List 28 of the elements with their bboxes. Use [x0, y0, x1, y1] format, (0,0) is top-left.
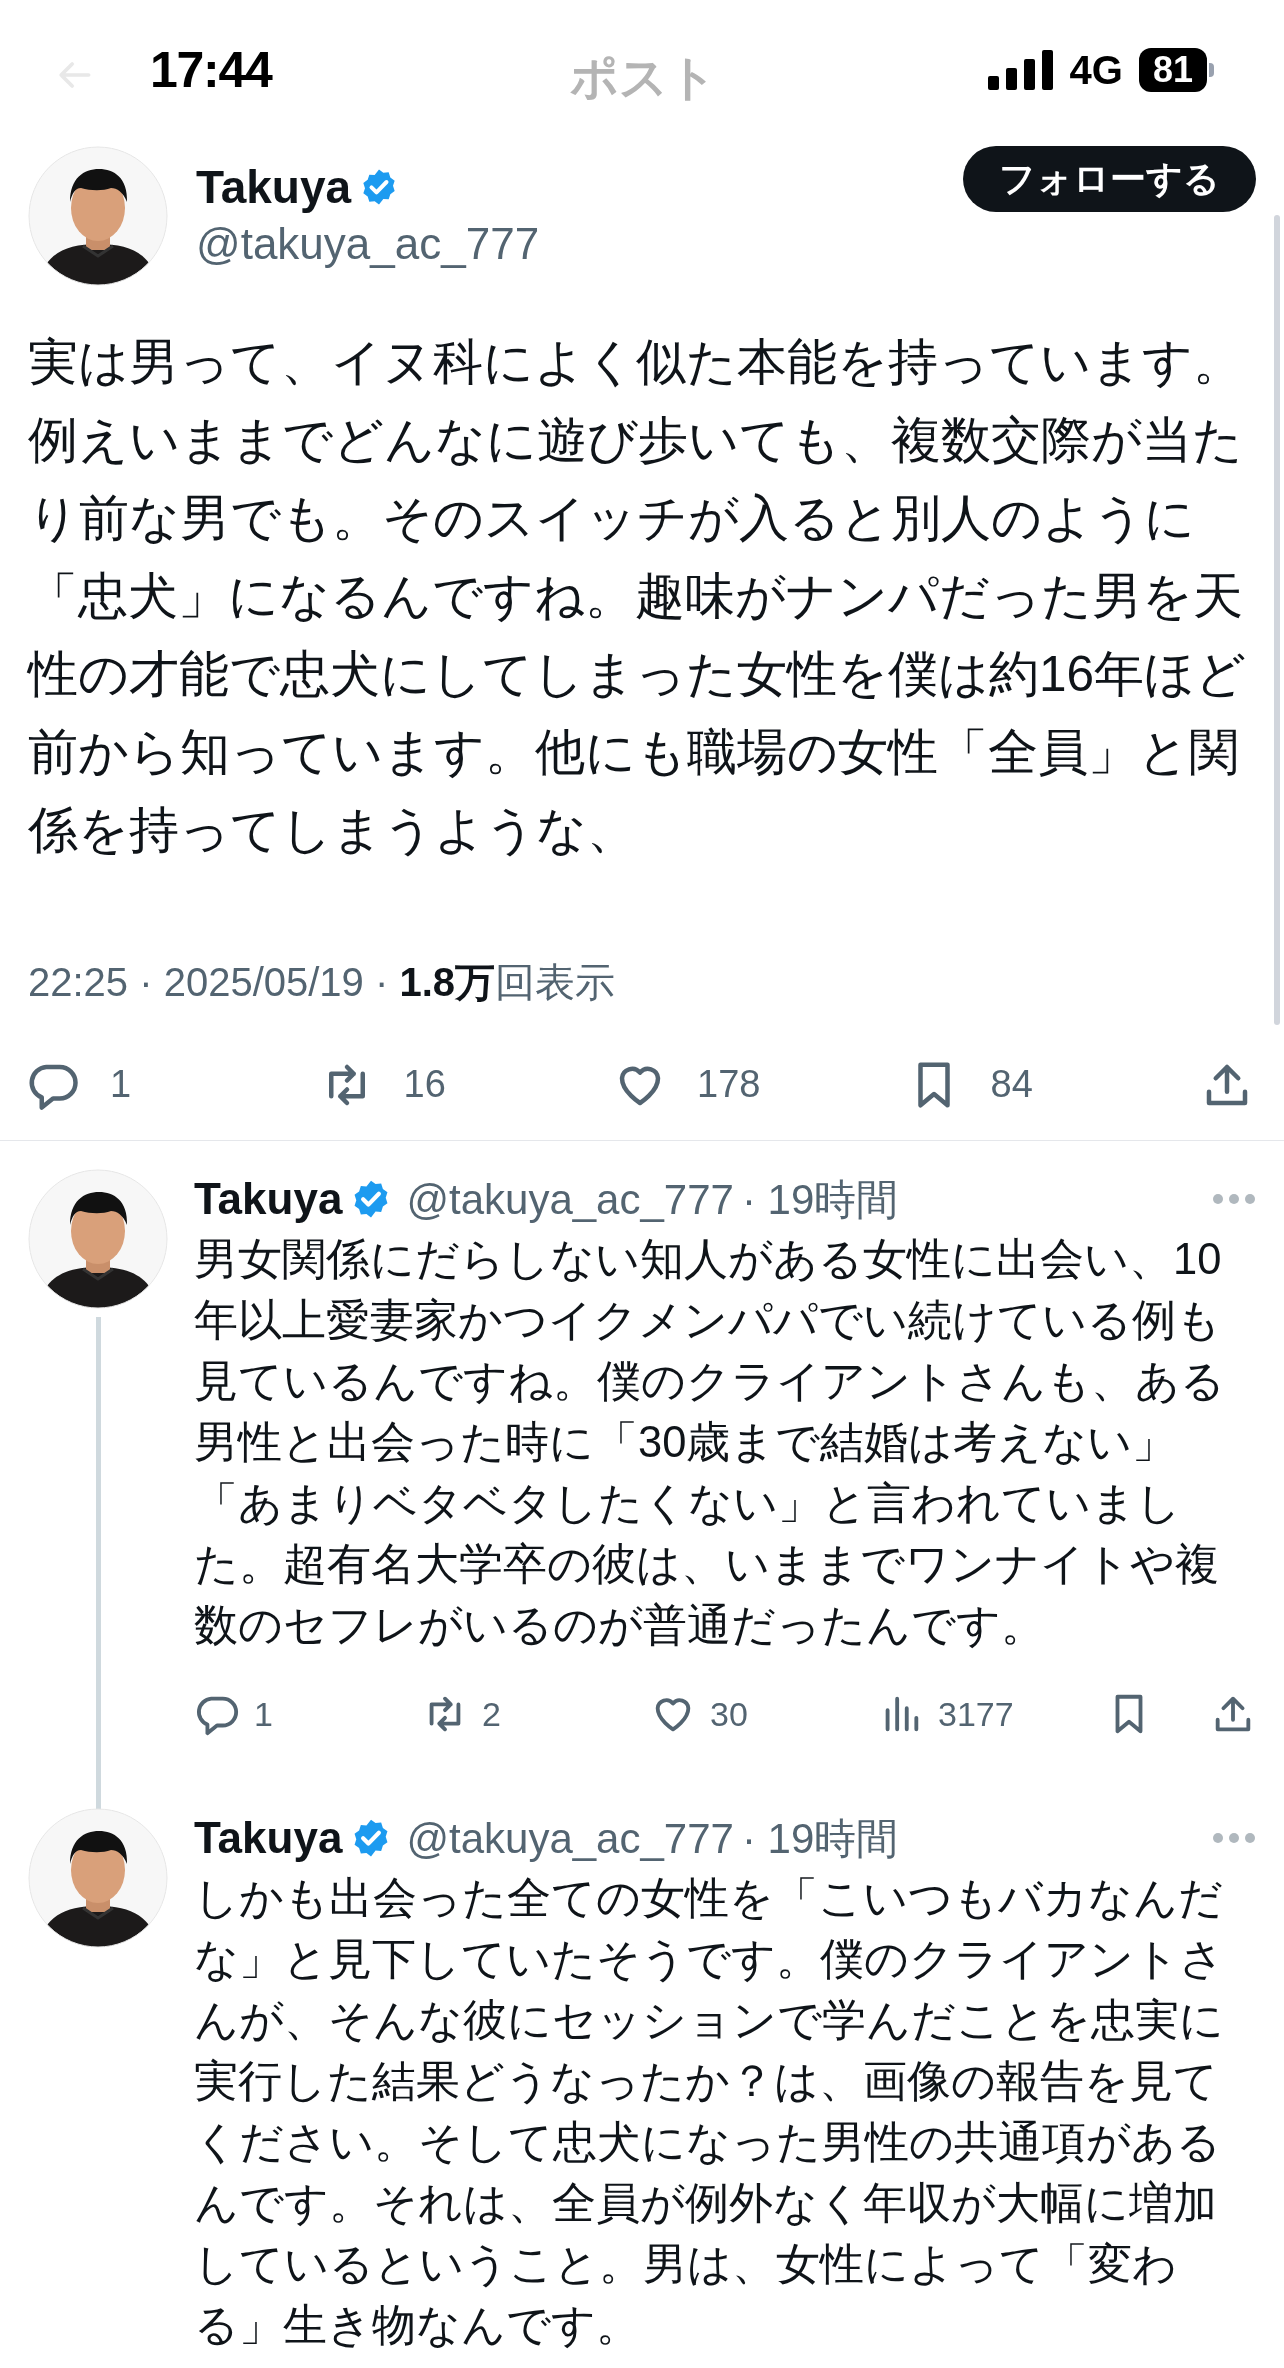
reply-text: しかも出会った全ての女性を「こいつもバカなんだな」と見下していたそうです。僕のクライアントさんが、そんな彼にセッションで学んだことを忠実に実行した結果どうなったか？は、画像の報告を見てください。そして忠犬になった男性の共通項があるんです。それは、全員が例外なく年収が大幅に増加しているということ。男は、女性によって「変わる」生き物なんです。	[194, 1873, 1225, 2351]
action-count: 178	[697, 1062, 761, 1107]
clock-time: 17:44	[150, 40, 272, 100]
header-title: ポスト	[570, 50, 717, 106]
author-name[interactable]: Takuya	[196, 160, 352, 214]
action-count: 30	[710, 1693, 748, 1735]
signal-icon	[987, 50, 1054, 90]
author-handle[interactable]: @takuya_ac_777	[406, 1806, 734, 1870]
author-name[interactable]: Takuya	[194, 1805, 343, 1871]
action-count: 16	[403, 1062, 446, 1107]
action-count: 2	[482, 1693, 501, 1735]
follow-button[interactable]: フォローする	[963, 146, 1256, 212]
post-time: · 19時間	[741, 1813, 899, 1864]
post-text: 実は男って、イヌ科によく似た本能を持っています。例えいままでどんなに遊び歩いても、複数交際が当たり前な男でも。そのスイッチが入ると別人のように「忠犬」になるんですね。趣味がナンパだった男を天性の才能で忠犬にしてしまった女性を僕は約16年ほど前から知っています。他にも職場の女性「全員」と関係を持ってしまうような、	[28, 333, 1248, 859]
network-label: 4G	[1069, 47, 1123, 94]
action-count: 1	[110, 1062, 132, 1107]
post-time: · 19時間	[741, 1174, 899, 1225]
author-handle[interactable]: @takuya_ac_777	[196, 214, 540, 274]
battery-level: 81	[1138, 48, 1207, 92]
author-handle[interactable]: @takuya_ac_777	[406, 1167, 734, 1231]
scrollbar[interactable]	[1274, 215, 1280, 1025]
post-metadata: 22:25 · 2025/05/19 · 1.8万回表示	[27, 959, 616, 1006]
action-count: 3177	[938, 1693, 1014, 1735]
action-count: 1	[254, 1693, 273, 1735]
action-count: 84	[990, 1062, 1033, 1107]
battery-tip-icon	[1209, 63, 1214, 77]
reply-text: 男女関係にだらしない知人がある女性に出会い、10年以上愛妻家かつイクメンパパでい続けている例も見ているんですね。僕のクライアントさんも、ある男性と出会った時に「30歳まで結婚は考えない」「あまりベタベタしたくない」と言われていました。超有名大学卒の彼は、いままでワンナイトや複数のセフレがいるのが普通だったんです。	[194, 1234, 1226, 1651]
author-name[interactable]: Takuya	[194, 1166, 343, 1232]
